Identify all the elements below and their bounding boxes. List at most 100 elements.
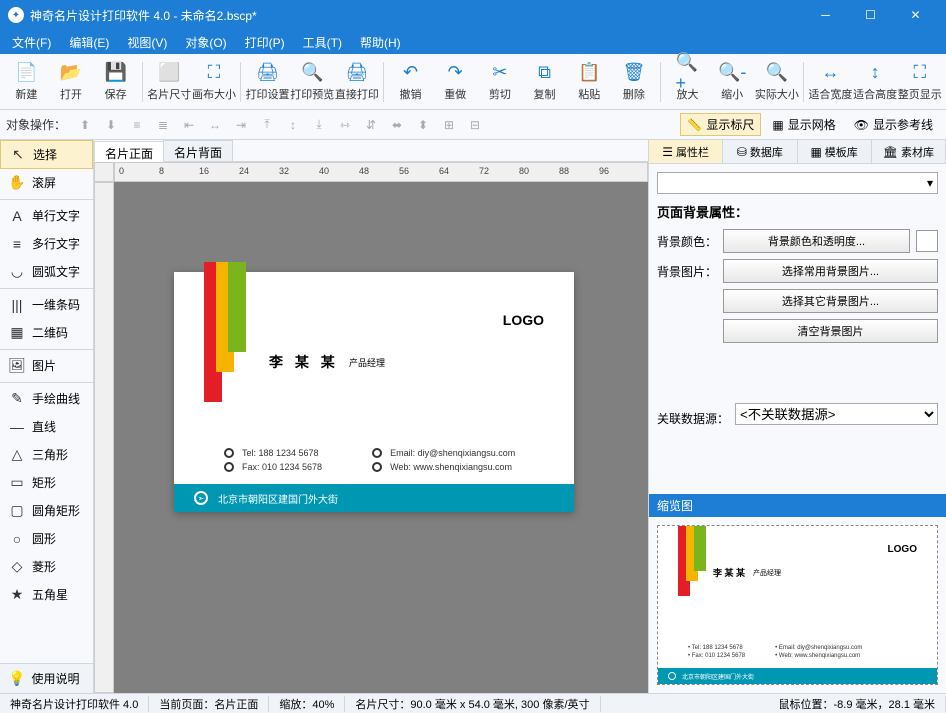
tool-圆形[interactable]: ○圆形 <box>0 525 93 553</box>
tool-五角星[interactable]: ★五角星 <box>0 581 93 609</box>
ungroup-icon[interactable]: ⊟ <box>464 114 486 136</box>
main-toolbar: 📄新建📂打开💾保存⬜名片尺寸⛶画布大小🖨打印设置🔍打印预览🖨直接打印↶撤销↷重做… <box>0 54 946 110</box>
toolbar-画布大小[interactable]: ⛶画布大小 <box>192 54 237 110</box>
toolbar-粘贴[interactable]: 📋粘贴 <box>567 54 612 110</box>
toolbar-重做[interactable]: ↷重做 <box>433 54 478 110</box>
card-role[interactable]: 产品经理 <box>349 356 385 369</box>
menu-item[interactable]: 打印(P) <box>237 32 293 53</box>
menu-item[interactable]: 视图(V) <box>119 32 175 53</box>
toolbar-复制[interactable]: ⧉复制 <box>522 54 567 110</box>
panel-tab-模板库[interactable]: ▦模板库 <box>798 140 872 163</box>
toolbar-删除[interactable]: 🗑删除 <box>612 54 657 110</box>
toolbar-打印设置[interactable]: 🖨打印设置 <box>245 54 290 110</box>
menu-item[interactable]: 工具(T) <box>295 32 350 53</box>
layer-down-icon[interactable]: ⬇ <box>100 114 122 136</box>
tool-直线[interactable]: —直线 <box>0 413 93 441</box>
tool-滚屏[interactable]: ✋滚屏 <box>0 169 93 197</box>
tool-圆弧文字[interactable]: ◡圆弧文字 <box>0 258 93 286</box>
menu-item[interactable]: 对象(O) <box>177 32 234 53</box>
toolbar-适合高度[interactable]: ↕适合高度 <box>853 54 898 110</box>
canvas[interactable]: LOGO 李 某 某 产品经理 Tel: 188 1234 5678 Email:… <box>114 182 648 693</box>
toolbar-实际大小[interactable]: 🔍实际大小 <box>755 54 800 110</box>
toolbar-适合宽度[interactable]: ↔适合宽度 <box>808 54 853 110</box>
toolbar-名片尺寸[interactable]: ⬜名片尺寸 <box>147 54 192 110</box>
align-right-icon[interactable]: ⇥ <box>230 114 252 136</box>
toolbar-保存[interactable]: 💾保存 <box>93 54 138 110</box>
location-icon: ➣ <box>194 491 208 505</box>
minimize-button[interactable]: ─ <box>803 0 848 30</box>
datasource-select[interactable]: <不关联数据源> <box>735 403 938 425</box>
bgimg-clear-button[interactable]: 清空背景图片 <box>723 319 938 343</box>
group-icon[interactable]: ⊞ <box>438 114 460 136</box>
tool-一维条码[interactable]: |||一维条码 <box>0 291 93 319</box>
tool-单行文字[interactable]: A单行文字 <box>0 202 93 230</box>
bullet-icon <box>224 448 234 458</box>
tab-名片正面[interactable]: 名片正面 <box>94 141 164 162</box>
thumbnail[interactable]: LOGO 李 某 某 产品经理 • Tel: 188 1234 5678• Em… <box>657 525 938 685</box>
toggle-显示参考线[interactable]: 👁显示参考线 <box>847 113 940 136</box>
tool-icon: ▢ <box>8 502 26 519</box>
tool-图片[interactable]: 🖼图片 <box>0 352 93 380</box>
properties-panel: ▾ 页面背景属性： 背景颜色： 背景颜色和透明度... 背景图片： 选择常用背景… <box>649 164 946 494</box>
tool-icon: ≡ <box>8 236 26 252</box>
bgimg-other-button[interactable]: 选择其它背景图片... <box>723 289 938 313</box>
layer-icon[interactable]: ≡ <box>126 114 148 136</box>
panel-tab-数据库[interactable]: ⛁数据库 <box>723 140 797 163</box>
same-w-icon[interactable]: ⬌ <box>386 114 408 136</box>
toolbar-放大[interactable]: 🔍+放大 <box>665 54 710 110</box>
dist-v-icon[interactable]: ⇵ <box>360 114 382 136</box>
tool-手绘曲线[interactable]: ✎手绘曲线 <box>0 385 93 413</box>
menu-item[interactable]: 编辑(E) <box>61 32 117 53</box>
toolbar-撤销[interactable]: ↶撤销 <box>388 54 433 110</box>
contact-row[interactable]: Web: www.shenqixiangsu.com <box>372 462 515 472</box>
panel-tab-素材库[interactable]: 🏛素材库 <box>872 140 946 163</box>
align-mid-icon[interactable]: ↕ <box>282 114 304 136</box>
tab-名片背面[interactable]: 名片背面 <box>163 140 233 161</box>
close-button[interactable]: ✕ <box>893 0 938 30</box>
tool-圆角矩形[interactable]: ▢圆角矩形 <box>0 497 93 525</box>
toolbar-icon: 🔍+ <box>675 62 699 84</box>
toggle-显示标尺[interactable]: 📏显示标尺 <box>680 113 761 136</box>
menu-item[interactable]: 帮助(H) <box>352 32 409 53</box>
contact-row[interactable]: Tel: 188 1234 5678 <box>224 448 322 458</box>
toolbar-新建[interactable]: 📄新建 <box>4 54 49 110</box>
align-top-icon[interactable]: ⤒ <box>256 114 278 136</box>
tool-三角形[interactable]: △三角形 <box>0 441 93 469</box>
same-h-icon[interactable]: ⬍ <box>412 114 434 136</box>
tool-选择[interactable]: ↖选择 <box>0 140 93 169</box>
bgimg-common-button[interactable]: 选择常用背景图片... <box>723 259 938 283</box>
layer-icon2[interactable]: ≣ <box>152 114 174 136</box>
toggle-显示网格[interactable]: ▦显示网格 <box>765 113 842 136</box>
align-bot-icon[interactable]: ⤓ <box>308 114 330 136</box>
toolbar-打开[interactable]: 📂打开 <box>49 54 94 110</box>
toolbar-缩小[interactable]: 🔍-缩小 <box>710 54 755 110</box>
toolbar-整页显示[interactable]: ⛶整页显示 <box>897 54 942 110</box>
tool-二维码[interactable]: ▦二维码 <box>0 319 93 347</box>
business-card[interactable]: LOGO 李 某 某 产品经理 Tel: 188 1234 5678 Email:… <box>174 272 574 512</box>
contact-row[interactable]: Email: diy@shenqixiangsu.com <box>372 448 515 458</box>
help-label: 使用说明 <box>31 670 79 687</box>
tool-菱形[interactable]: ◇菱形 <box>0 553 93 581</box>
contact-row[interactable]: Fax: 010 1234 5678 <box>224 462 322 472</box>
toolbar-直接打印[interactable]: 🖨直接打印 <box>335 54 380 110</box>
object-combo[interactable]: ▾ <box>657 172 938 194</box>
panel-tab-属性栏[interactable]: ☰属性栏 <box>649 140 723 163</box>
tool-多行文字[interactable]: ≡多行文字 <box>0 230 93 258</box>
bgcolor-swatch[interactable] <box>916 230 938 252</box>
toolbar-剪切[interactable]: ✂剪切 <box>478 54 523 110</box>
align-left-icon[interactable]: ⇤ <box>178 114 200 136</box>
align-center-icon[interactable]: ↔ <box>204 114 226 136</box>
maximize-button[interactable]: ☐ <box>848 0 893 30</box>
layer-up-icon[interactable]: ⬆ <box>74 114 96 136</box>
card-name[interactable]: 李 某 某 <box>269 352 339 372</box>
bgcolor-button[interactable]: 背景颜色和透明度... <box>723 229 910 253</box>
dist-h-icon[interactable]: ⇿ <box>334 114 356 136</box>
toolbar-icon: ⧉ <box>533 62 557 84</box>
toolbar-打印预览[interactable]: 🔍打印预览 <box>290 54 335 110</box>
tool-矩形[interactable]: ▭矩形 <box>0 469 93 497</box>
card-logo[interactable]: LOGO <box>503 312 544 328</box>
menu-item[interactable]: 文件(F) <box>4 32 59 53</box>
card-footer[interactable]: ➣ 北京市朝阳区建国门外大街 <box>174 484 574 512</box>
help-button[interactable]: 💡 使用说明 <box>0 663 93 693</box>
tool-icon: A <box>8 208 26 224</box>
